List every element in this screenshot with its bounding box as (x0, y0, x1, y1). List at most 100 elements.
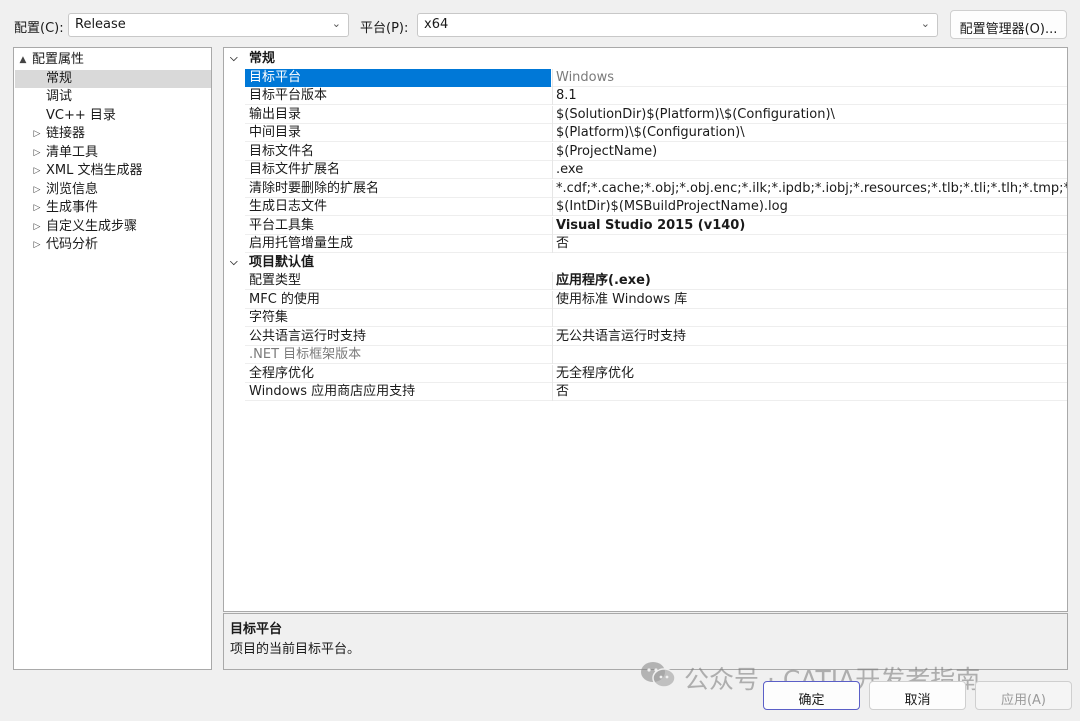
property-row[interactable]: 清除时要删除的扩展名 *.cdf;*.cache;*.obj;*.obj.enc;… (245, 179, 1067, 198)
tree-item[interactable]: ▷ 生成事件 (15, 199, 211, 217)
tree-item-label: 配置属性 (32, 52, 85, 67)
platform-combobox[interactable]: x64 ⌄ (417, 13, 938, 37)
property-row[interactable]: 生成日志文件 $(IntDir)$(MSBuildProjectName).log (245, 198, 1067, 216)
apply-button[interactable]: 应用(A) (975, 681, 1072, 710)
property-row[interactable]: 公共语言运行时支持 无公共语言运行时支持 (245, 327, 1067, 346)
property-row[interactable]: 平台工具集 Visual Studio 2015 (v140) (245, 216, 1067, 235)
config-combobox[interactable]: Release ⌄ (68, 13, 349, 37)
tree-item-label: 链接器 (46, 126, 86, 141)
platform-value: x64 (424, 17, 449, 32)
chevron-down-icon: ⌄ (920, 17, 930, 30)
expand-arrow-icon[interactable]: ▷ (32, 218, 42, 236)
property-value[interactable]: Visual Studio 2015 (v140) (552, 216, 1067, 235)
category-title: 项目默认值 (249, 254, 315, 270)
property-value[interactable]: 否 (552, 383, 1067, 401)
property-row[interactable]: 目标平台版本 8.1 (245, 87, 1067, 105)
property-name: 目标平台版本 (249, 88, 328, 103)
property-row[interactable]: MFC 的使用 使用标准 Windows 库 (245, 290, 1067, 309)
property-row[interactable]: 配置类型 应用程序(.exe) (245, 272, 1067, 290)
chevron-down-icon: ⌄ (331, 17, 341, 30)
property-value[interactable]: 应用程序(.exe) (552, 272, 1067, 290)
category-header[interactable]: ⌵ 项目默认值 (224, 253, 1067, 272)
tree-item-label: 浏览信息 (46, 181, 99, 197)
property-name: 配置类型 (249, 273, 302, 288)
tree-item-label: VC++ 目录 (46, 107, 116, 123)
property-value[interactable]: 否 (552, 235, 1067, 253)
property-name: .NET 目标框架版本 (249, 347, 362, 362)
expand-arrow-icon[interactable]: ▷ (32, 236, 42, 254)
property-row[interactable]: 中间目录 $(Platform)\$(Configuration)\ (245, 124, 1067, 142)
property-row[interactable]: 启用托管增量生成 否 (245, 235, 1067, 253)
property-value[interactable]: $(SolutionDir)$(Platform)\$(Configuratio… (552, 105, 1067, 124)
property-value[interactable]: 8.1 (552, 87, 1067, 105)
tree-item[interactable]: 调试 (15, 88, 211, 106)
property-tree: ▲ 配置属性 常规 调试 VC++ 目录 ▷ 链接器 ▷ 清单工具 ▷ XML 文档生成器 ▷ 浏览信息… (13, 47, 212, 670)
tree-item[interactable]: ▷ 自定义生成步骤 (15, 218, 211, 236)
tree-item-label: XML 文档生成器 (46, 163, 143, 178)
property-value[interactable]: 无公共语言运行时支持 (552, 327, 1067, 346)
property-row[interactable]: 字符集 (245, 309, 1067, 327)
tree-item[interactable]: ▷ 清单工具 (15, 144, 211, 162)
property-row[interactable]: Windows 应用商店应用支持 否 (245, 383, 1067, 401)
property-name: 清除时要删除的扩展名 (249, 180, 380, 196)
property-value[interactable] (552, 346, 1067, 364)
chevron-down-icon[interactable]: ⌵ (230, 254, 238, 272)
tree-item[interactable]: 常规 (15, 69, 211, 88)
expand-arrow-icon[interactable]: ▷ (32, 144, 42, 162)
category-header[interactable]: ⌵ 常规 (224, 50, 1067, 68)
tree-item[interactable]: ▷ XML 文档生成器 (15, 162, 211, 180)
tree-item-label: 生成事件 (46, 200, 99, 215)
property-row[interactable]: 目标文件扩展名 .exe (245, 161, 1067, 179)
tree-item-label: 代码分析 (46, 237, 99, 252)
property-value[interactable]: .exe (552, 161, 1067, 179)
description-text: 项目的当前目标平台。 (230, 642, 361, 657)
property-name: 目标平台 (245, 68, 551, 87)
config-label: 配置(C): (14, 21, 64, 36)
property-value[interactable]: Windows (552, 68, 1067, 87)
property-value[interactable]: 使用标准 Windows 库 (552, 290, 1067, 309)
chevron-down-icon[interactable]: ⌵ (230, 50, 238, 68)
expand-arrow-icon[interactable]: ▷ (32, 162, 42, 180)
property-row[interactable]: 目标平台 Windows (245, 68, 1067, 87)
property-name: MFC 的使用 (249, 291, 320, 307)
property-name: 全程序优化 (249, 365, 315, 381)
tree-item[interactable]: VC++ 目录 (15, 107, 211, 125)
config-value: Release (75, 17, 126, 32)
platform-label: 平台(P): (360, 21, 409, 36)
property-name: 目标文件扩展名 (249, 162, 341, 177)
property-name: 目标文件名 (249, 143, 315, 159)
tree-item-label: 调试 (46, 89, 73, 104)
property-row[interactable]: 全程序优化 无全程序优化 (245, 364, 1067, 383)
property-value[interactable] (552, 309, 1067, 327)
property-name: 公共语言运行时支持 (249, 328, 367, 344)
property-value[interactable]: *.cdf;*.cache;*.obj;*.obj.enc;*.ilk;*.ip… (552, 179, 1067, 198)
tree-item-label: 常规 (46, 70, 73, 86)
expand-arrow-icon[interactable]: ▷ (32, 199, 42, 217)
property-name: 平台工具集 (249, 217, 315, 233)
tree-item[interactable]: ▷ 代码分析 (15, 236, 211, 254)
property-value[interactable]: $(IntDir)$(MSBuildProjectName).log (552, 198, 1067, 216)
description-title: 目标平台 (230, 622, 283, 637)
property-name: 中间目录 (249, 125, 302, 140)
tree-item[interactable]: ▷ 浏览信息 (15, 181, 211, 199)
expand-arrow-icon[interactable]: ▷ (32, 125, 42, 143)
property-name: 输出目录 (249, 106, 302, 122)
property-grid: ⌵ 常规 目标平台 Windows 目标平台版本 8.1 输出目录 $(SolutionDir… (223, 47, 1068, 612)
wechat-icon (640, 660, 676, 702)
property-value[interactable]: $(ProjectName) (552, 142, 1067, 161)
config-manager-button[interactable]: 配置管理器(O)... (950, 10, 1067, 39)
property-row[interactable]: 目标文件名 $(ProjectName) (245, 142, 1067, 161)
ok-button[interactable]: 确定 (763, 681, 860, 710)
property-name: Windows 应用商店应用支持 (249, 384, 416, 399)
property-row[interactable]: .NET 目标框架版本 (245, 346, 1067, 364)
collapse-arrow-icon[interactable]: ▲ (18, 51, 28, 69)
tree-item-label: 清单工具 (46, 144, 99, 160)
property-value[interactable]: $(Platform)\$(Configuration)\ (552, 124, 1067, 142)
property-value[interactable]: 无全程序优化 (552, 364, 1067, 383)
cancel-button[interactable]: 取消 (869, 681, 966, 710)
expand-arrow-icon[interactable]: ▷ (32, 181, 42, 199)
tree-item[interactable]: ▷ 链接器 (15, 125, 211, 143)
property-row[interactable]: 输出目录 $(SolutionDir)$(Platform)\$(Configur… (245, 105, 1067, 124)
property-name: 生成日志文件 (249, 199, 328, 214)
tree-item[interactable]: ▲ 配置属性 (15, 51, 211, 69)
